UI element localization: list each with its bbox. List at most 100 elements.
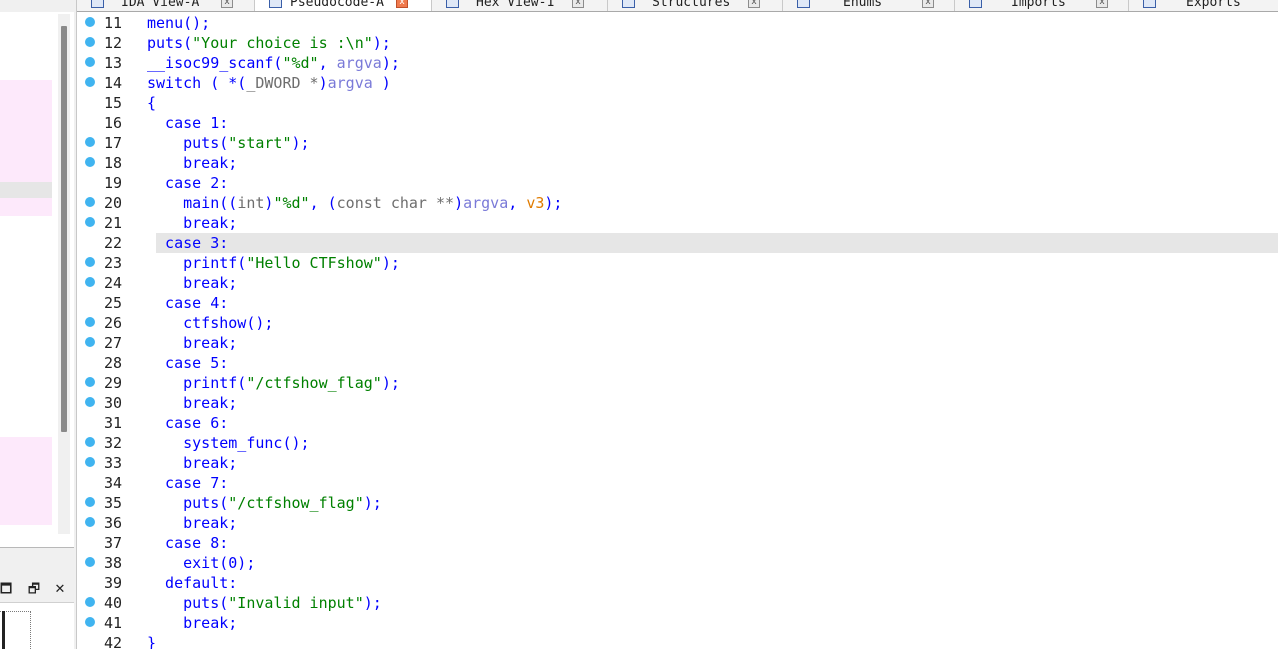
code-line[interactable]: 12 puts("Your choice is :\n"); xyxy=(77,33,1278,53)
code-line[interactable]: 42} xyxy=(77,633,1278,649)
exports-icon xyxy=(1143,0,1156,8)
code-line[interactable]: 29 printf("/ctfshow_flag"); xyxy=(77,373,1278,393)
code-line[interactable]: 36 break; xyxy=(77,513,1278,533)
line-number: 11 xyxy=(103,14,122,32)
code-line[interactable]: 16 case 1: xyxy=(77,113,1278,133)
tab-close-icon[interactable]: x xyxy=(748,0,760,8)
code-line[interactable]: 14 switch ( *(_DWORD *)argva ) xyxy=(77,73,1278,93)
line-number: 38 xyxy=(103,554,122,572)
breakpoint-dot-icon[interactable] xyxy=(85,137,95,147)
breakpoint-dot-icon[interactable] xyxy=(85,397,95,407)
code-token: switch ( *( xyxy=(147,74,247,92)
breakpoint-dot-icon[interactable] xyxy=(85,377,95,387)
code-line[interactable]: 25 case 4: xyxy=(77,293,1278,313)
code-line[interactable]: 15 { xyxy=(77,93,1278,113)
tab-imports[interactable]: Imports x xyxy=(955,0,1129,11)
code-token: default: xyxy=(147,574,238,592)
line-number: 42 xyxy=(103,634,122,649)
code-line[interactable]: 26 ctfshow(); xyxy=(77,313,1278,333)
code-text: case 1: xyxy=(147,113,228,133)
breakpoint-dot-icon[interactable] xyxy=(85,557,95,567)
breakpoint-dot-icon[interactable] xyxy=(85,497,95,507)
tab-ida-view-a[interactable]: IDA View-A x xyxy=(77,0,255,11)
secondary-panel-titlebar: 🗖 🗗 ✕ xyxy=(0,580,74,603)
code-line[interactable]: 19 case 2: xyxy=(77,173,1278,193)
code-line[interactable]: 17 puts("start"); xyxy=(77,133,1278,153)
code-line[interactable]: 22 case 3: xyxy=(77,233,1278,253)
breakpoint-dot-icon[interactable] xyxy=(85,57,95,67)
code-token: printf( xyxy=(147,374,247,392)
code-line[interactable]: 31 case 6: xyxy=(77,413,1278,433)
list-selected-row[interactable] xyxy=(0,182,52,198)
code-token: ); xyxy=(372,34,391,52)
breakpoint-dot-icon[interactable] xyxy=(85,597,95,607)
code-line[interactable]: 23 printf("Hello CTFshow"); xyxy=(77,253,1278,273)
breakpoint-dot-icon[interactable] xyxy=(85,317,95,327)
breakpoint-dot-icon[interactable] xyxy=(85,217,95,227)
code-line[interactable]: 30 break; xyxy=(77,393,1278,413)
line-number: 29 xyxy=(103,374,122,392)
breakpoint-dot-icon[interactable] xyxy=(85,277,95,287)
code-line[interactable]: 40 puts("Invalid input"); xyxy=(77,593,1278,613)
tab-close-icon[interactable]: x xyxy=(1096,0,1108,8)
tab-close-icon[interactable]: x xyxy=(221,0,233,8)
code-line[interactable]: 39 default: xyxy=(77,573,1278,593)
code-line[interactable]: 35 puts("/ctfshow_flag"); xyxy=(77,493,1278,513)
left-scrollbar-thumb[interactable] xyxy=(61,26,67,432)
maximize-icon[interactable]: 🗖 xyxy=(0,582,14,598)
code-token: puts( xyxy=(147,594,229,612)
code-line[interactable]: 20 main((int)"%d", (const char **)argva,… xyxy=(77,193,1278,213)
tab-close-icon[interactable]: x xyxy=(572,0,584,8)
line-number: 33 xyxy=(103,454,122,472)
breakpoint-dot-icon[interactable] xyxy=(85,157,95,167)
code-token: } xyxy=(147,634,157,649)
tab-hex-view-1[interactable]: Hex View-1 x xyxy=(432,0,608,11)
breakpoint-dot-icon[interactable] xyxy=(85,17,95,27)
breakpoint-dot-icon[interactable] xyxy=(85,257,95,267)
tab-pseudocode-a[interactable]: Pseudocode-A x xyxy=(255,0,432,11)
code-line[interactable]: 13 __isoc99_scanf("%d", argva); xyxy=(77,53,1278,73)
tab-structures[interactable]: Structures x xyxy=(608,0,783,11)
breakpoint-dot-icon[interactable] xyxy=(85,197,95,207)
code-line[interactable]: 11 menu(); xyxy=(77,13,1278,33)
restore-icon[interactable]: 🗗 xyxy=(26,582,42,598)
breakpoint-dot-icon[interactable] xyxy=(85,617,95,627)
breakpoint-dot-icon[interactable] xyxy=(85,77,95,87)
code-text: case 2: xyxy=(147,173,228,193)
code-text: default: xyxy=(147,573,237,593)
code-line[interactable]: 18 break; xyxy=(77,153,1278,173)
code-line[interactable]: 37 case 8: xyxy=(77,533,1278,553)
code-line[interactable]: 21 break; xyxy=(77,213,1278,233)
code-line[interactable]: 34 case 7: xyxy=(77,473,1278,493)
breakpoint-dot-icon[interactable] xyxy=(85,37,95,47)
tab-enums[interactable]: Enums x xyxy=(783,0,955,11)
code-token: case 4: xyxy=(147,294,229,312)
code-line[interactable]: 28 case 5: xyxy=(77,353,1278,373)
breakpoint-dot-icon[interactable] xyxy=(85,437,95,447)
code-line[interactable]: 32 system_func(); xyxy=(77,433,1278,453)
tab-close-icon[interactable]: x xyxy=(396,0,408,8)
code-line[interactable]: 24 break; xyxy=(77,273,1278,293)
line-number: 22 xyxy=(103,234,122,252)
code-text: case 8: xyxy=(147,533,228,553)
tab-exports[interactable]: Exports xyxy=(1129,0,1278,11)
code-line[interactable]: 38 exit(0); xyxy=(77,553,1278,573)
code-text: case 7: xyxy=(147,473,228,493)
line-number: 35 xyxy=(103,494,122,512)
code-text: } xyxy=(147,633,156,649)
code-text: switch ( *(_DWORD *)argva ) xyxy=(147,73,391,93)
code-token: "Invalid input" xyxy=(228,594,364,612)
close-icon[interactable]: ✕ xyxy=(52,582,68,598)
code-text: break; xyxy=(147,273,237,293)
code-line[interactable]: 27 break; xyxy=(77,333,1278,353)
code-token: break; xyxy=(147,514,238,532)
code-token: break; xyxy=(147,154,238,172)
code-line[interactable]: 41 break; xyxy=(77,613,1278,633)
tab-close-icon[interactable]: x xyxy=(922,0,934,8)
breakpoint-dot-icon[interactable] xyxy=(85,337,95,347)
breakpoint-dot-icon[interactable] xyxy=(85,517,95,527)
code-token: int xyxy=(237,194,265,212)
pseudocode-view[interactable]: 11 menu(); 12 puts("Your choice is :\n"); 13… xyxy=(77,12,1278,649)
breakpoint-dot-icon[interactable] xyxy=(85,457,95,467)
code-line[interactable]: 33 break; xyxy=(77,453,1278,473)
